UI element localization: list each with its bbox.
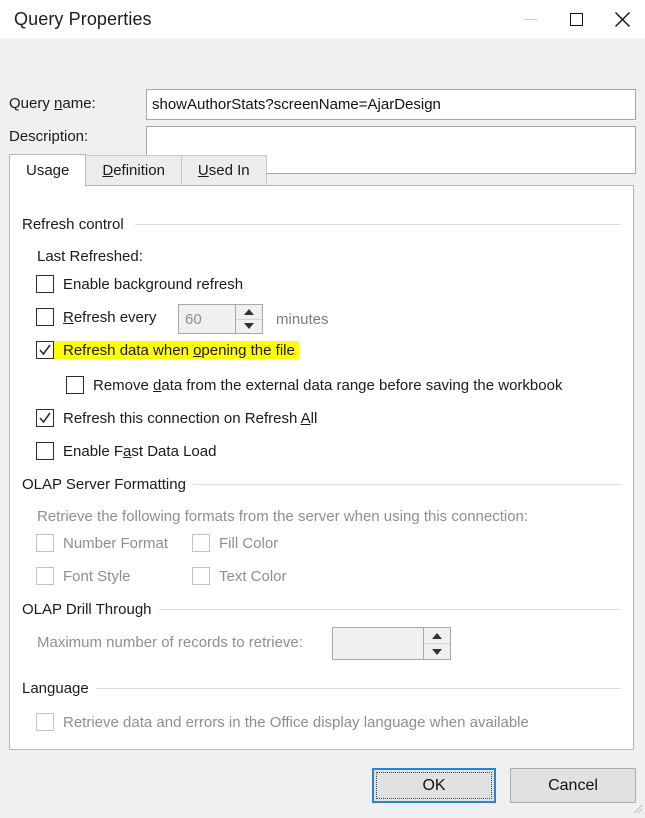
header-fields: Query name: Description: (0, 38, 645, 174)
checkbox-label: Retrieve data and errors in the Office d… (63, 713, 529, 731)
checkbox-label: Refresh this connection on Refresh All (63, 409, 318, 427)
max-records-value (333, 628, 423, 659)
group-olap-drill-through-rule (155, 609, 621, 610)
checkbox-box (36, 341, 54, 359)
tab-definition[interactable]: Definition (85, 155, 182, 185)
tab-usage-label: Usage (26, 162, 70, 179)
tab-used-in-label: Used In (197, 162, 250, 179)
checkbox-label: Font Style (63, 567, 131, 585)
usage-tab-panel: Refresh control Last Refreshed: Enable b… (9, 185, 634, 750)
title-bar: Query Properties (0, 0, 645, 38)
checkbox-label: Remove data from the external data range… (93, 376, 563, 394)
checkbox-label: Number Format (63, 534, 169, 552)
checkbox-box (36, 534, 54, 552)
refresh-interval-stepper[interactable]: 60 (178, 304, 263, 334)
checkbox-box (192, 567, 210, 585)
checkbox-refresh-on-open[interactable]: Refresh data when opening the file (36, 341, 299, 359)
tab-used-in[interactable]: Used In (180, 155, 267, 185)
group-olap-server-formatting-label: OLAP Server Formatting (22, 476, 193, 493)
group-language-label: Language (22, 680, 96, 697)
checkbox-enable-background-refresh[interactable]: Enable background refresh (36, 275, 243, 293)
ok-button[interactable]: OK (372, 768, 496, 803)
stepper-down-icon[interactable] (236, 320, 262, 334)
checkbox-label: Text Color (219, 567, 287, 585)
stepper-up-icon[interactable] (424, 628, 450, 644)
max-records-stepper-buttons (423, 628, 450, 659)
window-title: Query Properties (14, 8, 152, 29)
group-olap-server-formatting-rule (190, 484, 621, 485)
checkbox-box (36, 713, 54, 731)
checkbox-fill-color: Fill Color (192, 534, 278, 552)
checkbox-box (36, 308, 54, 326)
checkbox-box (192, 534, 210, 552)
refresh-interval-units-label: minutes (276, 311, 329, 328)
group-refresh-control-rule (135, 224, 621, 225)
tab-usage[interactable]: Usage (9, 154, 87, 186)
checkbox-box (66, 376, 84, 394)
cancel-button-label: Cancel (548, 776, 598, 794)
checkbox-box (36, 275, 54, 293)
checkbox-refresh-every[interactable]: Refresh every (36, 308, 156, 326)
stepper-up-icon[interactable] (236, 305, 262, 320)
max-records-label: Maximum number of records to retrieve: (37, 634, 303, 651)
checkbox-label: Fill Color (219, 534, 279, 552)
checkbox-box (36, 409, 54, 427)
checkbox-remove-data-before-save[interactable]: Remove data from the external data range… (66, 376, 562, 394)
close-icon[interactable] (599, 0, 645, 38)
window-controls (507, 0, 645, 38)
checkbox-text-color: Text Color (192, 567, 287, 585)
refresh-interval-value: 60 (185, 310, 202, 328)
resize-grip-icon[interactable] (631, 802, 643, 814)
checkbox-label: Enable Fast Data Load (63, 442, 217, 460)
ok-button-label: OK (422, 776, 446, 794)
tab-definition-label: Definition (102, 162, 165, 179)
stepper-down-icon[interactable] (424, 644, 450, 659)
checkbox-font-style: Font Style (36, 567, 131, 585)
checkbox-label: Refresh data when opening the file (63, 341, 295, 359)
checkbox-label: Refresh every (63, 308, 157, 326)
checkbox-number-format: Number Format (36, 534, 168, 552)
cancel-button[interactable]: Cancel (510, 768, 636, 803)
maximize-icon[interactable] (553, 0, 599, 38)
olap-formatting-description: Retrieve the following formats from the … (37, 508, 529, 525)
group-olap-drill-through-label: OLAP Drill Through (22, 601, 159, 618)
last-refreshed-label: Last Refreshed: (37, 248, 143, 265)
query-name-input[interactable] (146, 89, 636, 120)
checkbox-box (36, 442, 54, 460)
tab-strip: Usage Definition Used In (9, 154, 634, 186)
checkbox-label: Enable background refresh (63, 275, 244, 293)
checkbox-box (36, 567, 54, 585)
group-refresh-control-label: Refresh control (22, 216, 131, 233)
checkbox-retrieve-office-language: Retrieve data and errors in the Office d… (36, 713, 529, 731)
group-language-rule (95, 688, 621, 689)
refresh-interval-stepper-buttons (235, 305, 262, 333)
description-label: Description: (9, 128, 89, 145)
checkbox-enable-fast-data-load[interactable]: Enable Fast Data Load (36, 442, 216, 460)
checkbox-refresh-on-refresh-all[interactable]: Refresh this connection on Refresh All (36, 409, 317, 427)
query-name-label: Query name: (9, 95, 96, 112)
max-records-stepper (332, 627, 451, 660)
minimize-icon[interactable] (507, 0, 553, 38)
